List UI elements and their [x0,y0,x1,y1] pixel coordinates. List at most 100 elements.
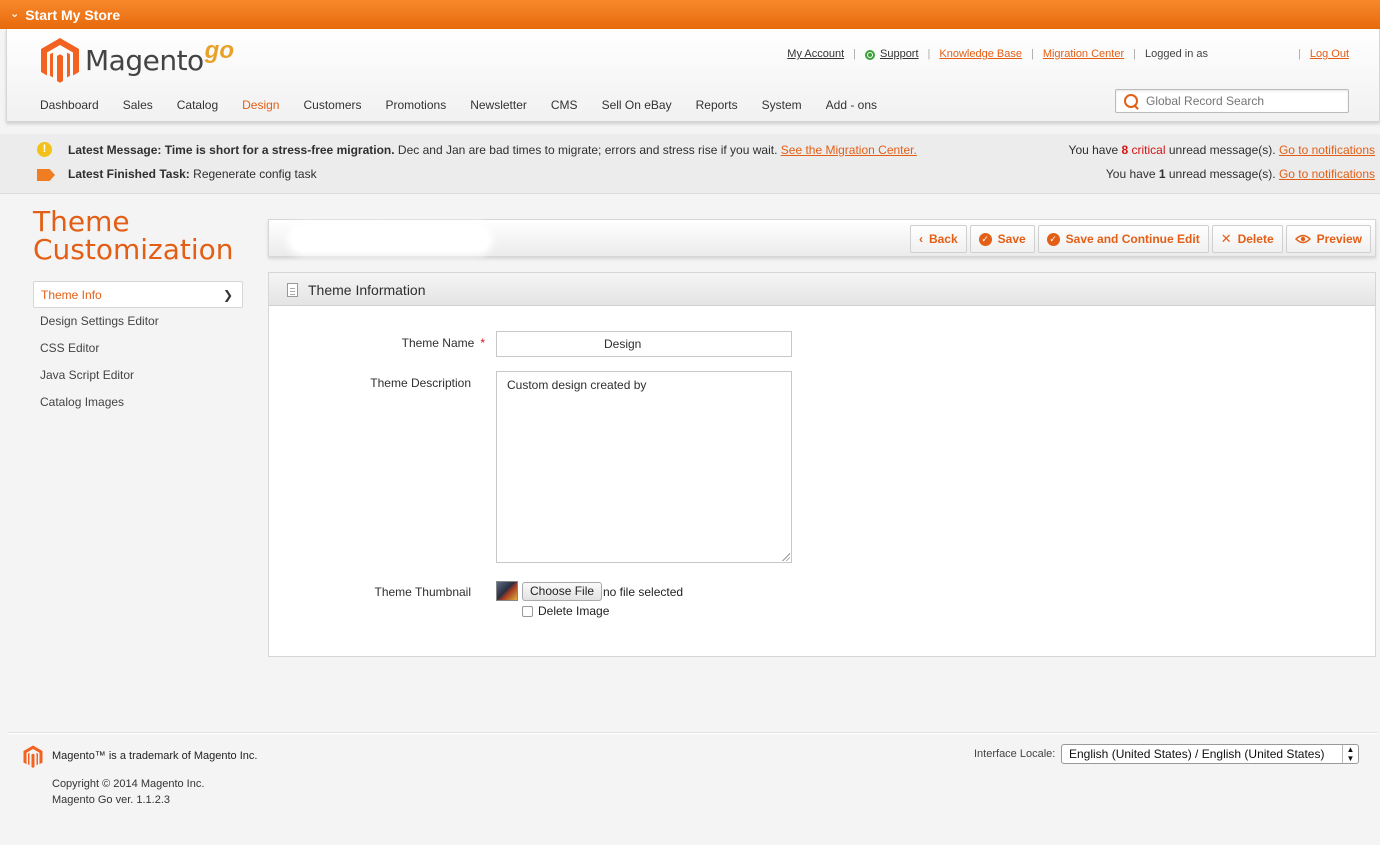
sidebar-item-catalog-images[interactable]: Catalog Images [33,389,243,416]
nav-sell-on-ebay[interactable]: Sell On eBay [602,98,672,112]
start-my-store-bar[interactable]: ⌄ Start My Store [0,0,1380,29]
required-mark: * [480,336,485,350]
theme-description-textarea[interactable]: Custom design created by [496,371,792,563]
task-tag-icon [37,169,55,181]
delete-image-checkbox[interactable] [522,606,533,617]
check-icon: ✓ [978,232,992,246]
nav-reports[interactable]: Reports [696,98,738,112]
page-title-line2: Customization [33,233,234,266]
unread-prefix: You have [1105,167,1156,181]
brand-name: Magento [85,43,204,77]
theme-thumbnail-label: Theme Thumbnail [374,585,472,599]
nav-promotions[interactable]: Promotions [386,98,447,112]
migration-center-link[interactable]: Migration Center [1043,48,1124,60]
page-title-line1: Theme [33,205,130,238]
sidebar-item-javascript-editor[interactable]: Java Script Editor [33,362,243,389]
latest-task-label: Latest Finished Task: [68,167,190,181]
preview-button-label: Preview [1316,232,1362,246]
nav-add-ons[interactable]: Add - ons [826,98,877,112]
search-icon [1124,94,1138,108]
save-button-label: Save [997,232,1026,246]
global-search-input[interactable] [1146,94,1346,108]
support-link[interactable]: Support [880,48,919,60]
save-and-continue-label: Save and Continue Edit [1065,232,1200,246]
nav-catalog[interactable]: Catalog [177,98,218,112]
preview-button[interactable]: Preview [1285,225,1371,253]
logged-in-text: Logged in as [1145,48,1208,60]
my-account-link[interactable]: My Account [787,48,844,60]
latest-message-label: Latest Message: [68,143,162,157]
magento-footer-logo-icon [23,745,43,768]
choose-file-button[interactable]: Choose File [522,582,603,601]
latest-message-text: Dec and Jan are bad times to migrate; er… [397,143,778,157]
magento-go-logo[interactable]: Magento go [40,37,234,83]
notification-bar: ! Latest Message: Time is short for a st… [0,134,1380,194]
theme-description-label: Theme Description [370,376,471,390]
admin-header: Magento go My Account | Support | Knowle… [6,29,1380,122]
chevron-left-icon: ‹ [918,232,923,246]
close-icon: ✕ [1220,231,1232,246]
critical-prefix: You have [1068,143,1119,157]
footer-copyright: Copyright © 2014 Magento Inc. [52,778,205,790]
sidebar-item-css-editor[interactable]: CSS Editor [33,335,243,362]
nav-cms[interactable]: CMS [551,98,578,112]
footer-divider [8,732,1378,734]
sidebar-item-label: Theme Info [41,288,102,302]
save-and-continue-button[interactable]: ✓ Save and Continue Edit [1037,225,1209,253]
log-out-link[interactable]: Log Out [1310,48,1349,60]
theme-information-fieldset: Theme Information [268,272,1376,657]
nav-newsletter[interactable]: Newsletter [470,98,527,112]
resize-handle-icon[interactable] [782,553,790,561]
chevron-down-icon: ⌄ [10,8,20,20]
header-links: My Account | Support | Knowledge Base | … [787,48,1349,60]
nav-system[interactable]: System [762,98,802,112]
chevron-right-icon: ❯ [222,288,233,302]
go-to-notifications-link[interactable]: Go to notifications [1279,143,1375,157]
back-button-label: Back [928,232,958,246]
file-status-text: no file selected [603,585,684,599]
content-header: ‹ Back ✓ Save ✓ Save and Continue Edit ✕… [268,219,1376,257]
back-button[interactable]: ‹ Back [909,225,967,253]
delete-image-label: Delete Image [538,604,610,618]
delete-button[interactable]: ✕ Delete [1211,225,1283,253]
latest-task-row: Latest Finished Task: Regenerate config … [0,164,1380,184]
nav-customers[interactable]: Customers [303,98,361,112]
footer-copyright-block: Copyright © 2014 Magento Inc. Magento Go… [52,776,204,808]
sidebar-item-design-settings-editor[interactable]: Design Settings Editor [33,308,243,335]
redacted-theme-title [291,226,489,252]
knowledge-base-link[interactable]: Knowledge Base [939,48,1022,60]
support-status-icon [865,50,875,60]
global-search [1115,89,1349,113]
main-nav: Dashboard Sales Catalog Design Customers… [40,98,901,112]
unread-count: 1 [1158,167,1166,181]
check-icon: ✓ [1046,232,1060,246]
critical-suffix: unread message(s). [1168,143,1276,157]
page-title: Theme Customization [33,208,234,264]
nav-design[interactable]: Design [242,98,279,112]
form-actions: ‹ Back ✓ Save ✓ Save and Continue Edit ✕… [907,225,1371,253]
eye-icon [1294,234,1311,244]
unread-suffix: unread message(s). [1168,167,1276,181]
interface-locale-select[interactable]: English (United States) / English (Unite… [1061,744,1359,764]
interface-locale-value: English (United States) / English (Unite… [1069,747,1325,761]
go-to-notifications-link-2[interactable]: Go to notifications [1279,167,1375,181]
latest-message-headline: Time is short for a stress-free migratio… [164,143,395,157]
migration-center-message-link[interactable]: See the Migration Center. [781,143,917,157]
sidebar-tabs: Theme Info ❯ Design Settings Editor CSS … [33,281,243,416]
start-my-store-label: Start My Store [25,6,121,23]
nav-dashboard[interactable]: Dashboard [40,98,99,112]
theme-name-label-text: Theme Name [401,336,475,350]
warning-icon: ! [37,142,52,157]
save-button[interactable]: ✓ Save [969,225,1035,253]
section-title: Theme Information [308,282,426,298]
critical-count: 8 critical [1121,143,1166,157]
theme-name-input[interactable]: Design [496,331,792,357]
theme-thumbnail-image[interactable] [496,581,518,601]
nav-sales[interactable]: Sales [123,98,153,112]
section-header: Theme Information [269,273,1375,306]
document-icon [287,283,298,297]
delete-button-label: Delete [1237,232,1274,246]
sidebar-item-theme-info[interactable]: Theme Info ❯ [33,281,243,308]
footer-trademark: Magento™ is a trademark of Magento Inc. [52,750,258,762]
select-arrows-icon: ▲ ▼ [1342,745,1358,763]
